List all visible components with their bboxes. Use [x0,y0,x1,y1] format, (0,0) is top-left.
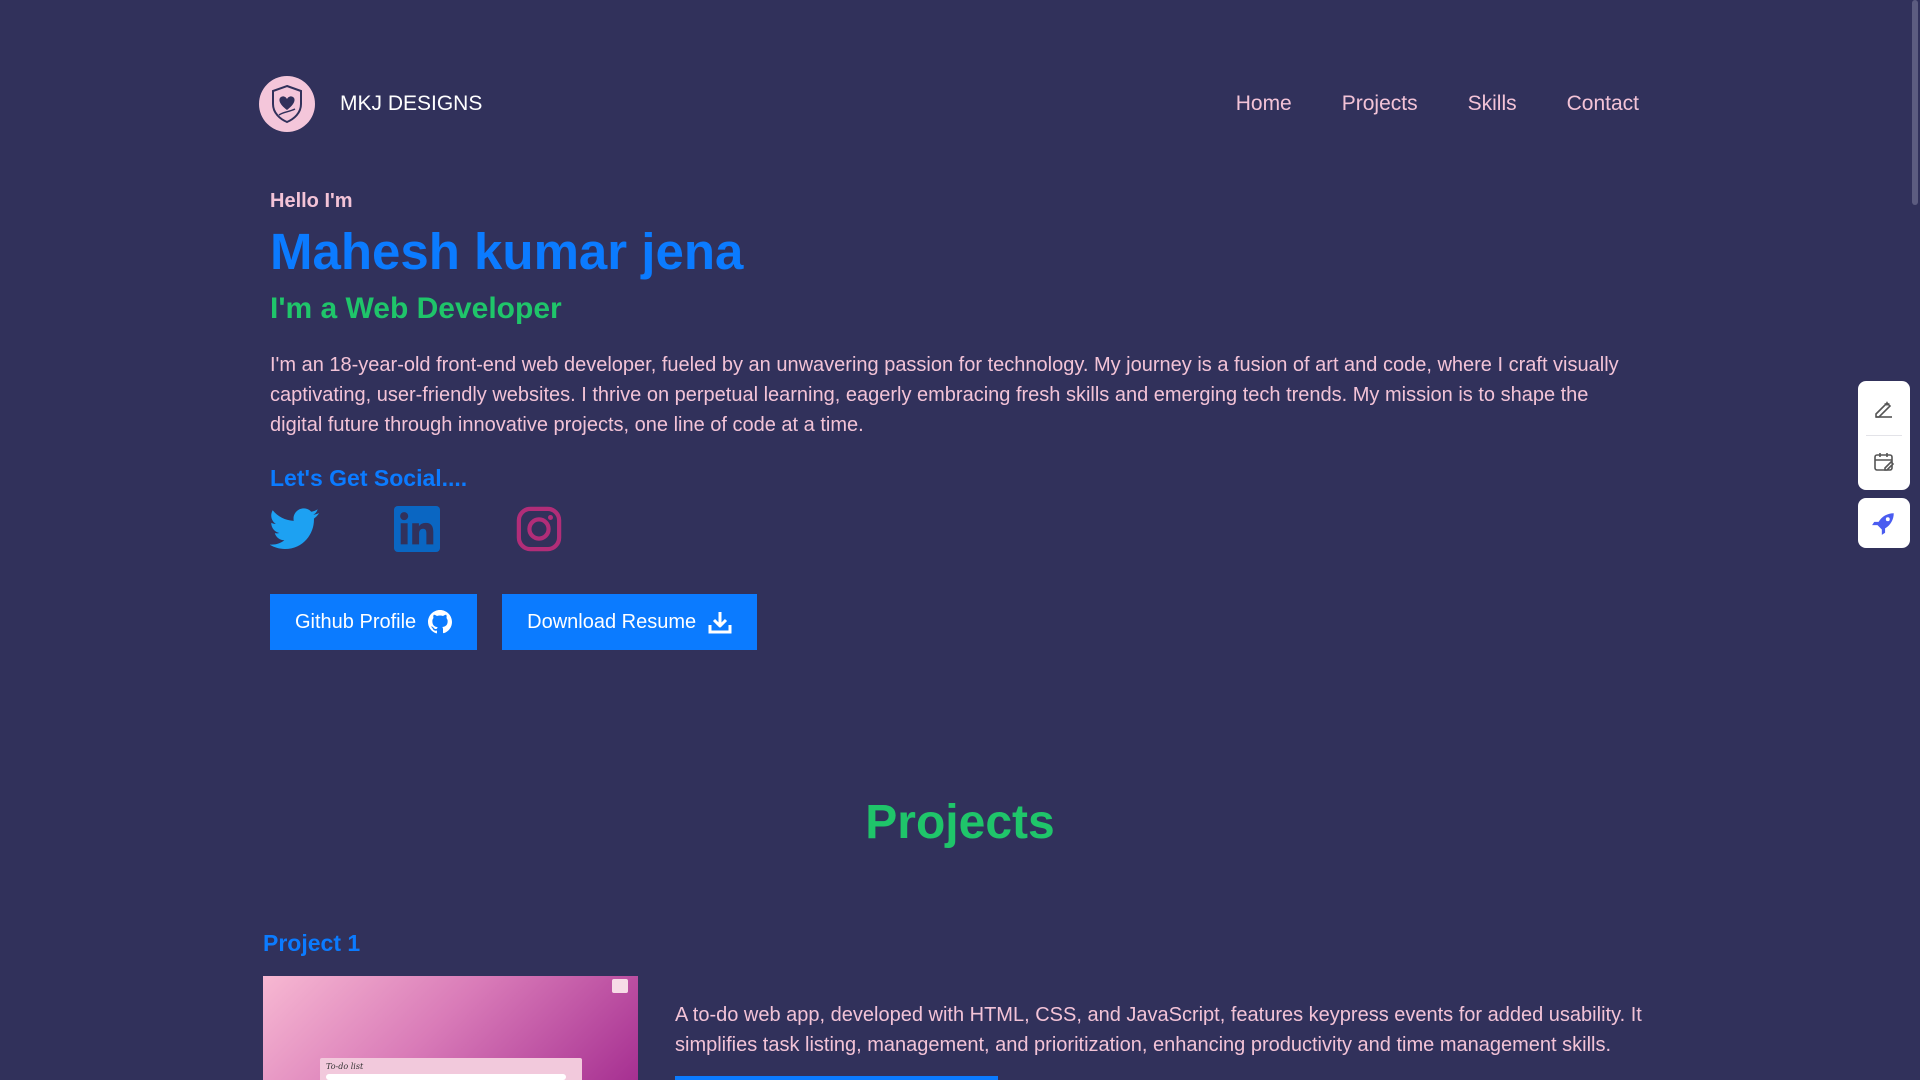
hero-role: I'm a Web Developer [270,292,562,326]
site-header: MKJ DESIGNS Home Projects Skills Contact [259,76,1639,132]
twitter-icon[interactable] [270,504,320,554]
hero-actions: Github Profile Download Resume [270,594,1640,651]
nav-skills[interactable]: Skills [1468,92,1517,116]
download-resume-button[interactable]: Download Resume [502,594,758,651]
scrollbar-thumb[interactable] [1912,0,1918,205]
project-description: A to-do web app, developed with HTML, CS… [675,1004,1642,1056]
projects-heading: Projects [865,796,1055,849]
github-icon [428,610,453,634]
instagram-icon[interactable] [514,504,564,554]
calendar-edit-icon[interactable] [1858,438,1910,486]
hero-bio: I'm an 18-year-old front-end web develop… [270,354,1619,437]
hero-name: Mahesh kumar jena [270,223,744,280]
edit-sparkle-icon[interactable] [1858,385,1910,433]
thumbnail-input [326,1074,566,1080]
brand[interactable]: MKJ DESIGNS [259,76,482,132]
thumbnail-card: To-do list [320,1058,582,1080]
hero-section: Hello I'm Mahesh kumar jena I'm a Web De… [270,190,1640,651]
nav-contact[interactable]: Contact [1567,92,1639,116]
page-scrollbar[interactable] [1910,0,1920,1080]
github-profile-button[interactable]: Github Profile [270,594,478,651]
linkedin-icon[interactable] [392,504,442,554]
side-panel [1858,381,1910,490]
social-heading: Let's Get Social.... [270,465,468,492]
nav-home[interactable]: Home [1236,92,1292,116]
github-profile-label: Github Profile [295,610,417,633]
side-divider [1866,435,1902,436]
project-code-button[interactable] [834,1076,998,1080]
main-nav: Home Projects Skills Contact [1186,92,1639,116]
project-thumbnail[interactable]: To-do list [263,976,638,1080]
download-resume-label: Download Resume [527,610,697,633]
download-icon [708,610,732,634]
thumbnail-title: To-do list [326,1062,364,1071]
rocket-icon[interactable] [1858,498,1910,548]
side-widget [1858,381,1910,548]
brand-name[interactable]: MKJ DESIGNS [340,92,482,116]
thumbnail-app-icon [612,979,628,993]
social-links [270,504,1640,554]
heart-shield-icon[interactable] [259,76,315,132]
project-title: Project 1 [263,930,361,956]
hero-greeting: Hello I'm [270,190,353,212]
project-live-button[interactable] [675,1076,840,1080]
nav-projects[interactable]: Projects [1342,92,1418,116]
